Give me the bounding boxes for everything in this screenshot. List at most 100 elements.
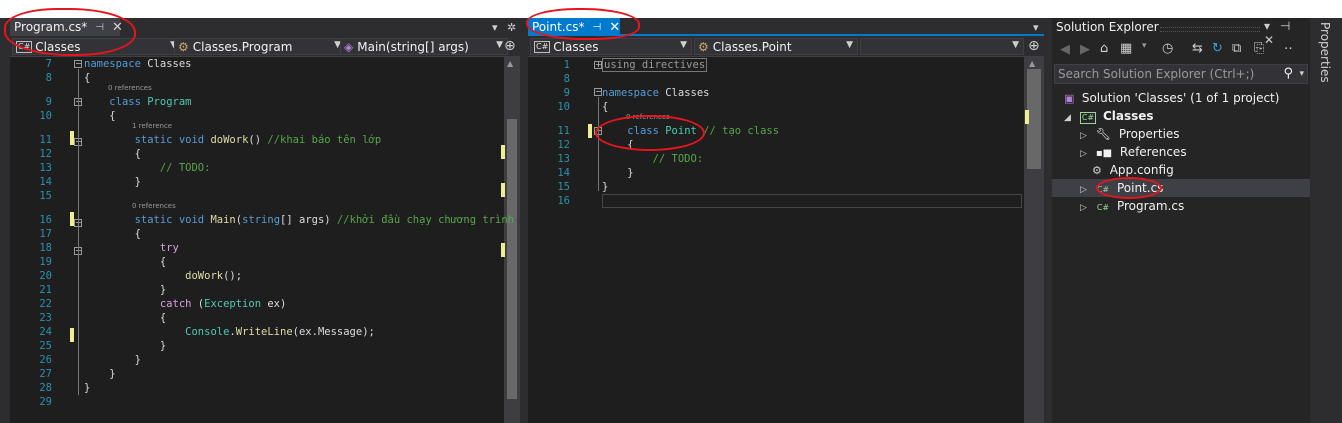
collapsed-arrow-icon[interactable]: ▷ (1080, 145, 1092, 163)
properties-side-tab[interactable]: Properties (1318, 22, 1332, 83)
code-token: [] (280, 214, 299, 226)
code-line[interactable]: } (84, 339, 166, 353)
code-lens-references[interactable]: 0 references (132, 202, 176, 210)
code-line[interactable]: } (84, 283, 166, 297)
tab-dropdown-icon[interactable]: ▾ (492, 18, 498, 36)
chevron-down-icon: ▼ (1012, 40, 1019, 50)
code-line[interactable]: { (84, 109, 115, 123)
split-icon[interactable]: ⊕ (1028, 38, 1040, 54)
code-line[interactable]: namespace Classes (84, 57, 191, 71)
code-line[interactable]: } (84, 175, 141, 189)
code-line[interactable]: { (602, 138, 633, 152)
code-line[interactable]: using directives (602, 58, 708, 72)
line-number: 26 (39, 354, 52, 366)
solution-explorer-title: Solution Explorer (1056, 20, 1159, 34)
code-line[interactable]: } (602, 180, 608, 194)
code-line[interactable]: { (84, 147, 141, 161)
pin-icon[interactable]: ⊣ (592, 22, 601, 33)
project-dropdown[interactable]: C# Classes ▼ (530, 38, 692, 55)
left-vertical-scrollbar[interactable]: ▲ (504, 57, 520, 423)
line-number: 11 (557, 125, 570, 137)
split-icon[interactable]: ⊕ (504, 38, 516, 54)
code-line[interactable]: namespace Classes (602, 86, 709, 100)
scroll-thumb[interactable] (507, 119, 517, 399)
tree-item-references[interactable]: ▷ ▪■ References (1080, 143, 1187, 161)
code-line[interactable]: static void doWork() //khai báo tên lớp (84, 133, 382, 147)
chevron-down-icon[interactable]: ▾ (1299, 65, 1304, 83)
code-lens-references[interactable]: 0 references (626, 113, 670, 121)
code-line[interactable]: try (84, 241, 179, 255)
more-icon[interactable]: ‥ (1284, 38, 1293, 53)
collapse-all-icon[interactable]: ⧉ (1232, 41, 1241, 56)
code-line[interactable]: Console.WriteLine(ex.Message); (84, 325, 375, 339)
pending-changes-icon[interactable]: ◷ (1162, 41, 1173, 56)
config-file-icon: ⚙ (1092, 164, 1102, 177)
tree-solution[interactable]: ▣ Solution 'Classes' (1 of 1 project) (1064, 89, 1279, 107)
scroll-up-icon[interactable]: ▲ (1029, 59, 1035, 68)
show-all-files-icon[interactable]: ⎘ (1254, 41, 1264, 56)
class-dropdown[interactable]: ⚙ Classes.Point ▼ (694, 38, 858, 55)
class-dropdown[interactable]: ⚙ Classes.Program ▼ (174, 38, 346, 55)
search-icon[interactable]: ⚲ (1283, 65, 1293, 83)
scroll-thumb[interactable] (1027, 69, 1041, 169)
change-marker (70, 131, 74, 145)
home-icon[interactable]: ⌂ (1100, 41, 1108, 56)
forward-icon[interactable]: ▶ (1080, 42, 1090, 57)
switch-views-icon[interactable]: ▦ (1120, 41, 1132, 56)
chevron-down-icon[interactable]: ▾ (1142, 41, 1147, 51)
code-line[interactable]: catch (Exception ex) (84, 297, 286, 311)
code-line[interactable]: // TODO: (84, 161, 211, 175)
collapse-region-icon[interactable]: − (594, 88, 602, 96)
tree-item-app-config[interactable]: ⚙ App.config (1092, 161, 1174, 179)
references-icon: ▪■ (1095, 148, 1113, 159)
code-line[interactable]: } (84, 381, 90, 395)
close-icon[interactable]: ✕ (112, 20, 123, 35)
collapse-region-icon[interactable]: − (74, 60, 82, 68)
code-lens-references[interactable]: 1 reference (132, 122, 172, 130)
code-line[interactable]: class Program (84, 95, 191, 109)
code-line[interactable]: { (602, 100, 608, 114)
code-token: } (84, 340, 167, 352)
expand-region-icon[interactable]: + (594, 61, 602, 69)
code-line[interactable]: // TODO: (602, 152, 704, 166)
tree-item-properties[interactable]: ▷ 🔧︎ Properties (1080, 125, 1180, 143)
editor-splitter[interactable] (520, 18, 528, 423)
code-line[interactable]: static void Main(string[] args) //khởi đ… (84, 213, 514, 227)
pin-icon[interactable]: ⊣ (95, 22, 104, 33)
member-dropdown[interactable]: ◈ Main(string[] args) ▼ (340, 38, 508, 55)
code-lens-references[interactable]: 0 references (108, 84, 152, 92)
code-line[interactable]: } (602, 166, 633, 180)
solution-explorer-search-input[interactable]: Search Solution Explorer (Ctrl+;) ⚲ ▾ (1054, 64, 1308, 84)
tree-item-point-cs[interactable]: ▷ C# Point.cs (1052, 179, 1310, 197)
left-navigation-bar: C# Classes ▼ ⚙ Classes.Program ▼ ◈ Main(… (10, 36, 520, 57)
code-line[interactable]: } (84, 367, 115, 381)
gear-icon[interactable]: ✲ (507, 18, 516, 36)
project-dropdown[interactable]: C# Classes ▼ (12, 38, 182, 55)
sync-icon[interactable]: ⇆ (1192, 41, 1203, 56)
collapsed-region[interactable]: using directives (602, 58, 708, 72)
left-code-editor[interactable]: ▲ 7 namespace Classes 8 {0 references 9 clas… (10, 57, 520, 423)
tab-program-cs[interactable]: Program.cs* ⊣ ✕ (10, 18, 123, 36)
member-dropdown[interactable]: ▼ (860, 38, 1024, 55)
tree-project[interactable]: ◢ C# Classes (1064, 107, 1154, 125)
collapsed-arrow-icon[interactable]: ▷ (1080, 199, 1092, 217)
solution-label: Solution 'Classes' (1 of 1 project) (1081, 91, 1280, 105)
right-code-editor[interactable]: ▲ 1 using directives 8 9 namespace Classes 10… (528, 57, 1044, 423)
refresh-icon[interactable]: ↻ (1212, 41, 1223, 56)
code-line[interactable]: doWork(); (84, 269, 242, 283)
code-token: Console (185, 326, 230, 338)
close-icon[interactable]: ✕ (609, 20, 620, 35)
code-line[interactable]: { (84, 311, 166, 325)
tree-item-program-cs[interactable]: ▷ C# Program.cs (1080, 197, 1184, 215)
code-line[interactable]: { (84, 227, 141, 241)
scroll-up-icon[interactable]: ▲ (507, 59, 513, 68)
code-line[interactable]: { (84, 255, 166, 269)
code-token: // TODO: (159, 162, 211, 174)
code-line[interactable]: { (84, 71, 90, 85)
tab-dropdown-icon[interactable]: ▾ (1033, 18, 1039, 36)
code-line[interactable]: class Point // tạo class (602, 124, 779, 138)
back-icon[interactable]: ◀ (1060, 42, 1070, 57)
expanded-arrow-icon[interactable]: ◢ (1064, 109, 1076, 127)
code-line[interactable]: } (84, 353, 141, 367)
